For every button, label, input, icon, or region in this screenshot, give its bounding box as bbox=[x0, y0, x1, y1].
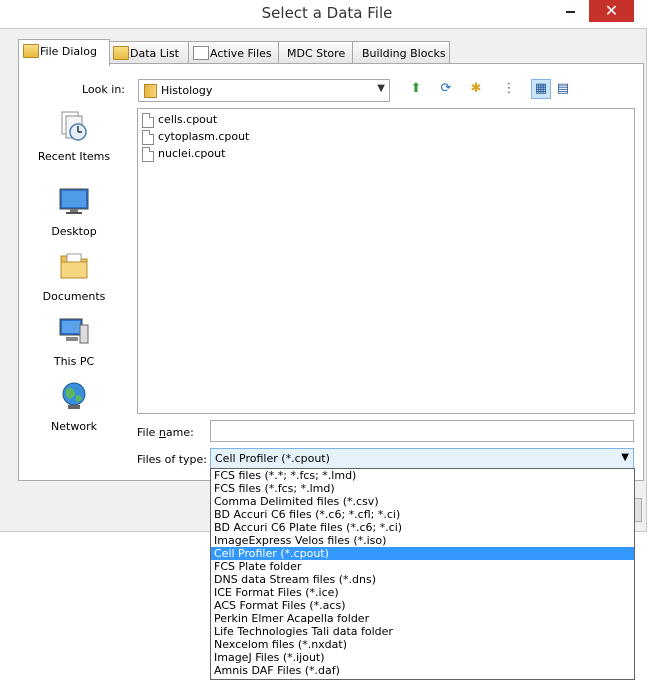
file-icon bbox=[142, 147, 154, 162]
place-recent-items[interactable]: Recent Items bbox=[30, 110, 118, 170]
file-name: cells.cpout bbox=[158, 113, 218, 126]
this-pc-icon bbox=[59, 318, 89, 344]
file-type-option[interactable]: ImageJ Files (*.ijout) bbox=[211, 651, 634, 664]
file-type-dropdown[interactable]: Cell Profiler (*.cpout) ▼ bbox=[210, 448, 634, 470]
file-list[interactable]: cells.cpout cytoplasm.cpout nuclei.cpout bbox=[137, 108, 635, 414]
file-type-option[interactable]: BD Accuri C6 files (*.c6; *.cfl; *.ci) bbox=[211, 508, 634, 521]
tab-data-list[interactable]: Data List bbox=[108, 41, 190, 64]
tab-file-dialog[interactable]: File Dialog bbox=[18, 39, 110, 66]
view-menu-icon: ⋮ bbox=[502, 81, 516, 96]
new-folder-icon: ✱ bbox=[470, 81, 482, 96]
file-type-option[interactable]: BD Accuri C6 Plate files (*.c6; *.ci) bbox=[211, 521, 634, 534]
look-in-label: Look in: bbox=[82, 83, 125, 96]
file-stack-icon bbox=[193, 46, 209, 60]
documents-icon bbox=[60, 253, 88, 279]
close-button[interactable]: ✕ bbox=[589, 0, 634, 22]
file-type-option[interactable]: ImageExpress Velos files (*.iso) bbox=[211, 534, 634, 547]
file-type-option[interactable]: Life Technologies Tali data folder bbox=[211, 625, 634, 638]
place-label: Desktop bbox=[51, 225, 97, 238]
place-label: Network bbox=[51, 420, 97, 433]
list-view-button[interactable]: ▦ bbox=[531, 79, 551, 99]
place-label: This PC bbox=[53, 355, 95, 368]
file-name-label: File name: bbox=[137, 426, 194, 439]
list-view-icon: ▦ bbox=[534, 81, 548, 96]
tab-label: MDC Store bbox=[287, 47, 346, 60]
place-network[interactable]: Network bbox=[30, 380, 118, 440]
look-in-dropdown[interactable]: Histology ▼ bbox=[138, 79, 390, 102]
folder-icon bbox=[23, 44, 39, 58]
file-icon bbox=[142, 113, 154, 128]
tab-label: Data List bbox=[130, 47, 179, 60]
recent-button[interactable]: ⟳ bbox=[437, 80, 455, 98]
file-type-options: FCS files (*.*; *.fcs; *.lmd) FCS files (… bbox=[210, 468, 635, 680]
file-type-option[interactable]: Cell Profiler (*.cpout) bbox=[211, 547, 634, 560]
look-in-value: Histology bbox=[161, 84, 213, 97]
place-desktop[interactable]: Desktop bbox=[30, 185, 118, 245]
place-this-pc[interactable]: This PC bbox=[30, 315, 118, 375]
file-name: nuclei.cpout bbox=[158, 147, 226, 160]
file-type-label: Files of type: bbox=[137, 453, 208, 466]
up-arrow-icon: ⬆ bbox=[410, 81, 422, 96]
view-menu-button[interactable]: ⋮ bbox=[500, 80, 518, 98]
place-documents[interactable]: Documents bbox=[30, 250, 118, 310]
file-type-option[interactable]: ICE Format Files (*.ice) bbox=[211, 586, 634, 599]
refresh-icon: ⟳ bbox=[440, 81, 452, 96]
file-type-option[interactable]: DNS data Stream files (*.dns) bbox=[211, 573, 634, 586]
tab-label: File Dialog bbox=[40, 45, 97, 58]
chevron-down-icon: ▼ bbox=[377, 83, 385, 94]
title-bar: Select a Data File ✕ bbox=[0, 0, 654, 28]
tab-active-files[interactable]: Active Files bbox=[188, 41, 280, 64]
details-view-icon: ▤ bbox=[556, 81, 570, 96]
tab-building-blocks[interactable]: Building Blocks bbox=[352, 41, 450, 64]
file-type-option[interactable]: FCS files (*.*; *.fcs; *.lmd) bbox=[211, 469, 634, 482]
file-type-option[interactable]: FCS Plate folder bbox=[211, 560, 634, 573]
desktop-icon bbox=[59, 188, 89, 214]
place-label: Recent Items bbox=[37, 150, 111, 163]
chevron-down-icon: ▼ bbox=[621, 452, 629, 463]
tab-label: Building Blocks bbox=[362, 47, 446, 60]
file-type-option[interactable]: Nexcelom files (*.nxdat) bbox=[211, 638, 634, 651]
file-type-option[interactable]: Comma Delimited files (*.csv) bbox=[211, 495, 634, 508]
tab-mdc-store[interactable]: MDC Store bbox=[278, 41, 354, 64]
details-view-button[interactable]: ▤ bbox=[554, 80, 572, 98]
network-icon bbox=[62, 382, 86, 409]
file-type-option[interactable]: FCS files (*.fcs; *.lmd) bbox=[211, 482, 634, 495]
place-label: Documents bbox=[42, 290, 106, 303]
file-type-value: Cell Profiler (*.cpout) bbox=[215, 452, 330, 465]
file-icon bbox=[142, 130, 154, 145]
tab-label: Active Files bbox=[210, 47, 272, 60]
minimize-button[interactable] bbox=[556, 0, 586, 22]
file-type-option[interactable]: Amnis DAF Files (*.daf) bbox=[211, 664, 634, 677]
close-icon: ✕ bbox=[604, 1, 619, 20]
file-name: cytoplasm.cpout bbox=[158, 130, 250, 143]
up-folder-button[interactable]: ⬆ bbox=[407, 80, 425, 98]
new-folder-button[interactable]: ✱ bbox=[467, 80, 485, 98]
file-name-input[interactable] bbox=[210, 420, 634, 442]
folder-icon bbox=[144, 84, 157, 98]
folder-icon bbox=[113, 46, 129, 60]
recent-items-icon bbox=[61, 111, 87, 141]
file-type-option[interactable]: ACS Format Files (*.acs) bbox=[211, 599, 634, 612]
file-type-option[interactable]: Perkin Elmer Acapella folder bbox=[211, 612, 634, 625]
